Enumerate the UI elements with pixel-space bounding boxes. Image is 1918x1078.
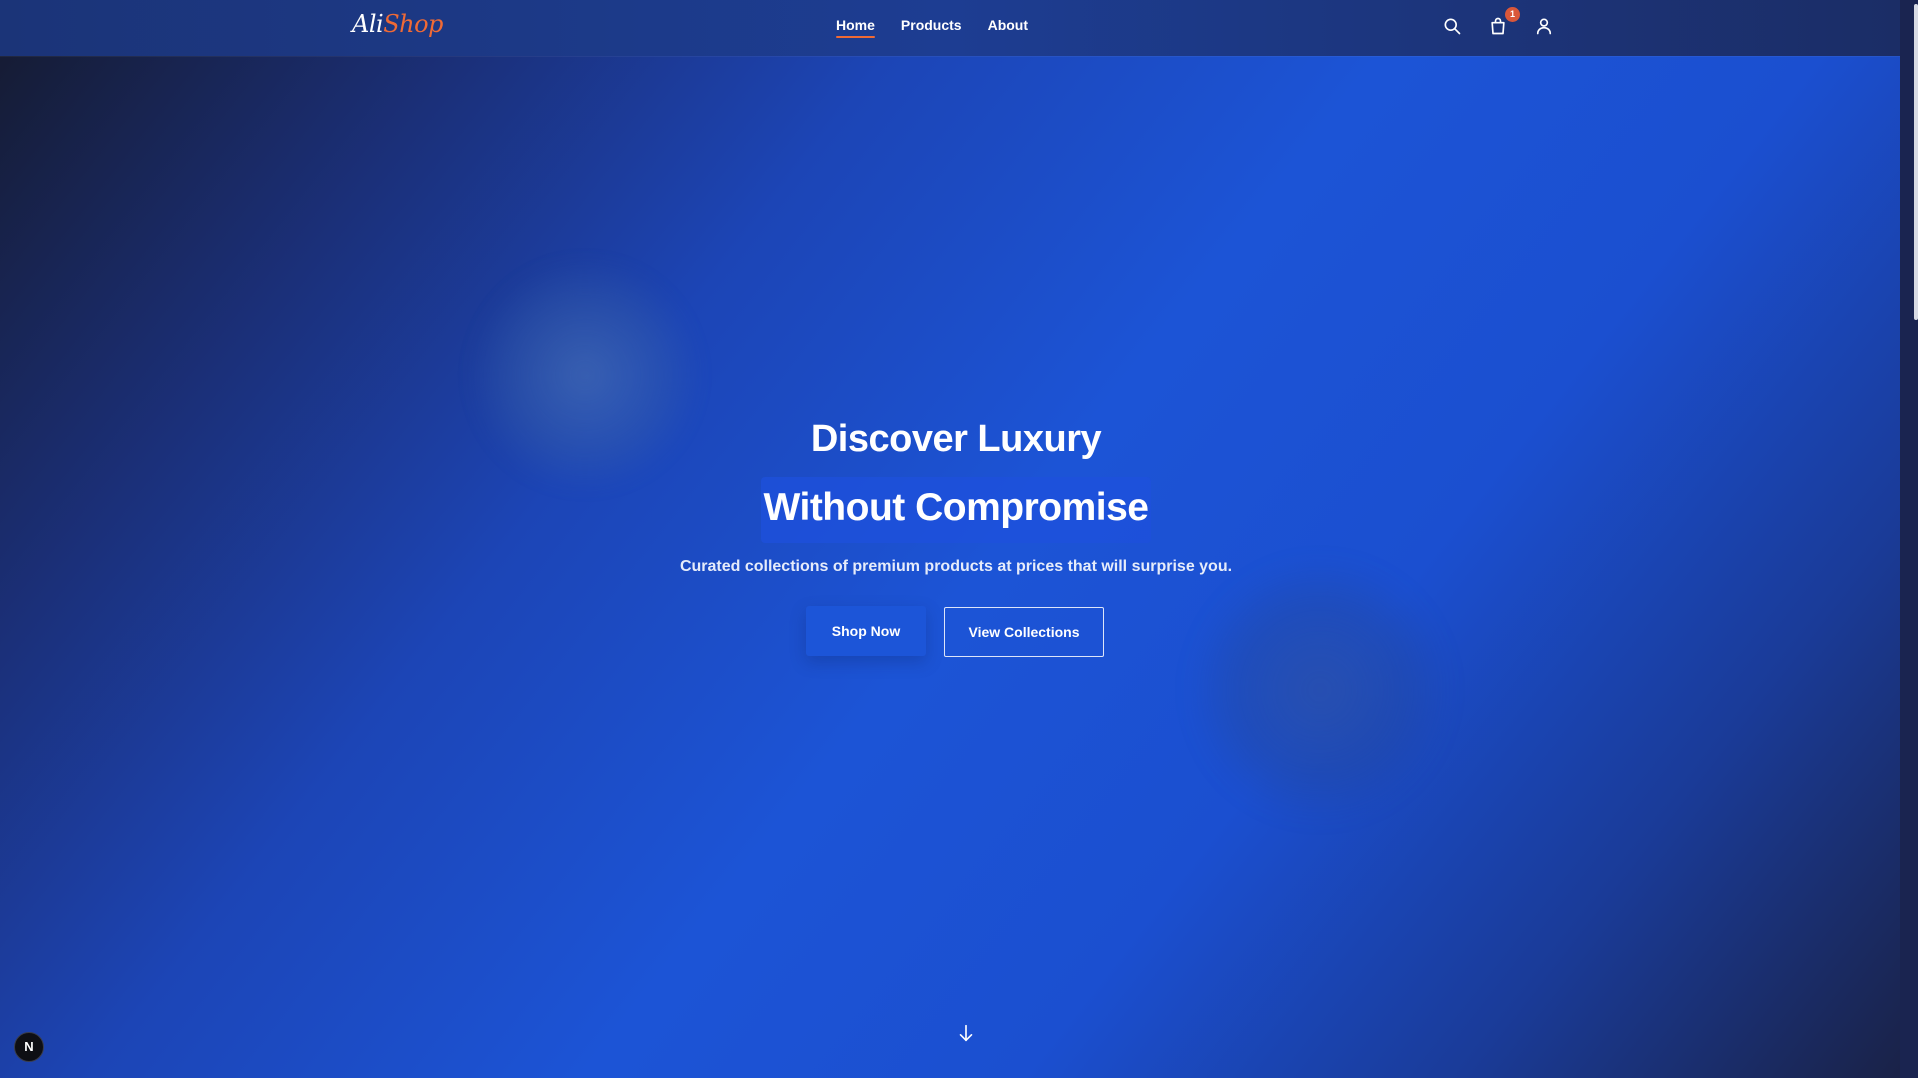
shop-now-button[interactable]: Shop Now	[806, 606, 926, 656]
hero-title-line1: Discover Luxury	[810, 418, 1102, 460]
user-icon[interactable]	[1534, 16, 1554, 36]
header-actions: 1	[1442, 7, 1554, 36]
hero-subtitle: Curated collections of premium products …	[679, 558, 1233, 575]
decorative-blob-right	[1190, 560, 1450, 820]
logo-part-2: Shop	[383, 10, 443, 38]
site-header: AliShop Home Products About 1	[0, 0, 1900, 56]
shopping-bag-icon[interactable]: 1	[1488, 7, 1520, 36]
search-icon[interactable]	[1442, 16, 1462, 36]
logo-part-1: Ali	[352, 10, 384, 38]
view-collections-button[interactable]: View Collections	[944, 607, 1104, 657]
page: Discover Luxury Without Compromise Curat…	[0, 0, 1918, 1078]
hero-title-line2: Without Compromise	[763, 486, 1149, 529]
nav-item-about[interactable]: About	[988, 17, 1028, 36]
nav-item-home[interactable]: Home	[836, 17, 875, 38]
arrow-down-icon[interactable]	[955, 1022, 977, 1044]
scrollbar-thumb[interactable]	[1914, 4, 1918, 320]
nav-item-products[interactable]: Products	[901, 17, 962, 36]
dev-tools-badge[interactable]: N	[14, 1032, 44, 1062]
cart-count-badge: 1	[1505, 7, 1520, 22]
page-scrollbar[interactable]	[1900, 0, 1918, 1078]
main-nav: Home Products About	[836, 17, 1028, 38]
hero-section: Discover Luxury Without Compromise Curat…	[0, 0, 1900, 1078]
logo[interactable]: AliShop	[352, 10, 443, 38]
